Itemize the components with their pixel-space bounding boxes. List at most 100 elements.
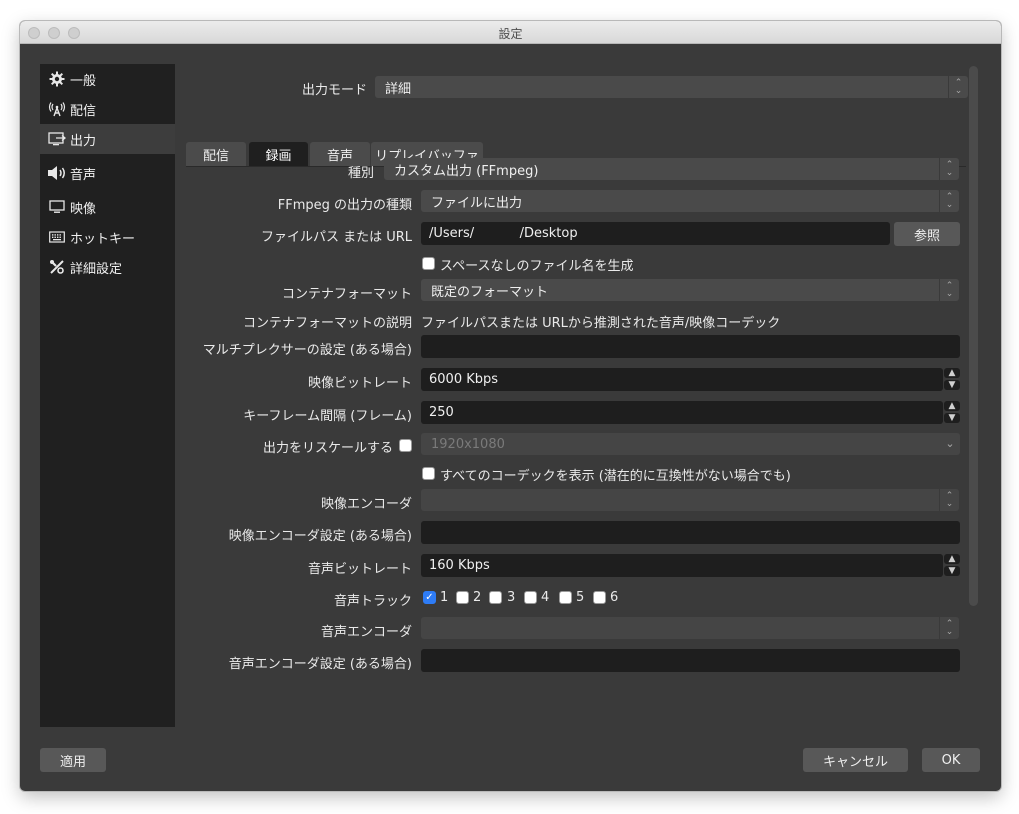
ffmpeg-output-type-select[interactable]: ファイルに出力 ⌃ ⌄ (421, 190, 959, 212)
audio-track-1-checkbox[interactable]: ✓ (423, 591, 436, 604)
output-mode-value: 詳細 (385, 81, 412, 97)
container-format-value: 既定のフォーマット (431, 284, 549, 300)
keyboard-icon (47, 231, 67, 243)
monitor-icon (47, 200, 67, 214)
rescale-resolution-select[interactable]: 1920x1080 ⌄ (421, 433, 960, 455)
chevron-updown-icon: ⌃ ⌄ (939, 279, 959, 301)
cancel-button[interactable]: キャンセル (803, 748, 908, 772)
chevron-updown-icon: ⌃ ⌄ (939, 489, 959, 511)
video-encoder-settings-input[interactable] (421, 521, 960, 544)
rescale-resolution-value: 1920x1080 (431, 436, 505, 452)
audio-track-6-label: 6 (610, 590, 619, 605)
sidebar-item-audio[interactable]: 音声 (40, 158, 175, 188)
sidebar-item-output[interactable]: 出力 (40, 124, 175, 154)
video-encoder-settings-label: 映像エンコーダ設定 (ある場合) (228, 529, 412, 544)
chevron-updown-icon: ⌃ ⌄ (939, 617, 959, 639)
sidebar-item-label: 映像 (70, 201, 97, 217)
settings-scrollbar[interactable] (969, 66, 978, 606)
audio-encoder-settings-label: 音声エンコーダ設定 (ある場合) (228, 657, 412, 672)
apply-button[interactable]: 適用 (40, 748, 106, 772)
audio-track-1-label: 1 (440, 590, 449, 605)
video-encoder-label: 映像エンコーダ (320, 497, 412, 512)
video-bitrate-input[interactable]: 6000 Kbps (421, 368, 943, 391)
tab-stream[interactable]: 配信 (186, 142, 246, 167)
show-all-codecs-label: すべてのコーデックを表示 (潜在的に互換性がない場合でも) (440, 469, 791, 484)
video-bitrate-stepper[interactable]: ▲ ▼ (944, 367, 960, 391)
sidebar-item-label: 一般 (70, 73, 97, 89)
sidebar-item-general[interactable]: 一般 (40, 64, 175, 94)
sidebar-item-label: 配信 (70, 103, 97, 119)
keyframe-interval-stepper[interactable]: ▲ ▼ (944, 400, 960, 424)
chevron-updown-icon: ⌃ ⌄ (939, 158, 959, 180)
tab-recording[interactable]: 録画 (249, 142, 308, 167)
container-format-label: コンテナフォーマット (281, 287, 412, 302)
chevron-down-icon: ⌄ (945, 437, 955, 450)
chevron-updown-icon: ⌃ ⌄ (948, 76, 968, 98)
audio-track-4-label: 4 (541, 590, 550, 605)
keyframe-interval-label: キーフレーム間隔 (フレーム) (243, 409, 412, 424)
sidebar-item-stream[interactable]: 配信 (40, 94, 175, 124)
window-title: 設定 (498, 27, 523, 41)
chevron-up-icon[interactable]: ▲ (944, 554, 960, 564)
chevron-up-icon[interactable]: ▲ (944, 401, 960, 411)
audio-track-3-checkbox[interactable] (489, 591, 502, 604)
audio-track-2-checkbox[interactable] (456, 591, 469, 604)
settings-sidebar: 一般 配信 出力 音声 映像 ホットキー 詳細設定 (40, 64, 175, 727)
audio-track-label: 音声トラック (333, 594, 412, 609)
gear-icon (47, 71, 67, 87)
chevron-down-icon[interactable]: ▼ (944, 413, 960, 423)
output-mode-select[interactable]: 詳細 ⌃ ⌄ (375, 76, 968, 98)
browse-button[interactable]: 参照 (894, 222, 960, 246)
audio-track-2-label: 2 (473, 590, 482, 605)
chevron-down-icon[interactable]: ▼ (944, 380, 960, 390)
show-all-codecs-checkbox[interactable] (422, 467, 435, 480)
audio-track-5-checkbox[interactable] (559, 591, 572, 604)
audio-track-3-label: 3 (507, 590, 516, 605)
sidebar-item-label: 音声 (70, 167, 97, 183)
audio-bitrate-stepper[interactable]: ▲ ▼ (944, 553, 960, 577)
chevron-updown-icon: ⌃ ⌄ (939, 190, 959, 212)
sidebar-item-video[interactable]: 映像 (40, 192, 175, 222)
type-value: カスタム出力 (FFmpeg) (394, 163, 539, 179)
audio-track-6-checkbox[interactable] (593, 591, 606, 604)
chevron-down-icon[interactable]: ▼ (944, 566, 960, 576)
type-label: 種別 (347, 166, 374, 181)
sidebar-item-label: 出力 (70, 133, 97, 149)
file-path-input[interactable]: /Users/ /Desktop (421, 222, 890, 245)
sidebar-item-hotkeys[interactable]: ホットキー (40, 222, 175, 252)
audio-bitrate-label: 音声ビットレート (307, 562, 412, 577)
video-encoder-select[interactable]: ⌃ ⌄ (421, 489, 959, 511)
container-description-label: コンテナフォーマットの説明 (242, 316, 412, 331)
ok-button[interactable]: OK (922, 748, 980, 772)
audio-encoder-select[interactable]: ⌃ ⌄ (421, 617, 959, 639)
container-format-select[interactable]: 既定のフォーマット ⌃ ⌄ (421, 279, 959, 301)
chevron-up-icon[interactable]: ▲ (944, 368, 960, 378)
settings-window: 設定 一般 配信 出力 音声 映像 ホットキー 詳細設定 出力モード 詳細 ⌃ … (20, 21, 1001, 791)
sidebar-item-label: ホットキー (70, 231, 136, 247)
ffmpeg-output-type-label: FFmpeg の出力の種類 (277, 198, 412, 213)
title-bar: 設定 (20, 21, 1001, 44)
keyframe-interval-input[interactable]: 250 (421, 401, 943, 424)
no-space-filename-label: スペースなしのファイル名を生成 (440, 259, 634, 274)
sidebar-item-advanced[interactable]: 詳細設定 (40, 252, 175, 282)
rescale-checkbox[interactable] (399, 439, 412, 452)
output-icon (47, 132, 67, 146)
tools-icon (47, 259, 67, 275)
ffmpeg-output-type-value: ファイルに出力 (431, 195, 523, 211)
no-space-filename-checkbox[interactable] (422, 257, 435, 270)
rescale-label: 出力をリスケールする (262, 441, 393, 456)
audio-encoder-settings-input[interactable] (421, 649, 960, 672)
audio-track-4-checkbox[interactable] (524, 591, 537, 604)
sidebar-item-label: 詳細設定 (70, 261, 123, 277)
audio-bitrate-input[interactable]: 160 Kbps (421, 554, 943, 577)
container-description-value: ファイルパスまたは URLから推測された音声/映像コーデック (421, 316, 781, 331)
video-bitrate-label: 映像ビットレート (307, 376, 412, 391)
speaker-icon (47, 165, 67, 181)
output-mode-label: 出力モード (301, 83, 367, 98)
broadcast-icon (47, 101, 67, 117)
type-select[interactable]: カスタム出力 (FFmpeg) ⌃ ⌄ (384, 158, 959, 180)
file-path-label: ファイルパス または URL (260, 230, 412, 245)
audio-track-5-label: 5 (576, 590, 585, 605)
muxer-settings-label: マルチプレクサーの設定 (ある場合) (202, 343, 412, 358)
muxer-settings-input[interactable] (421, 335, 960, 358)
